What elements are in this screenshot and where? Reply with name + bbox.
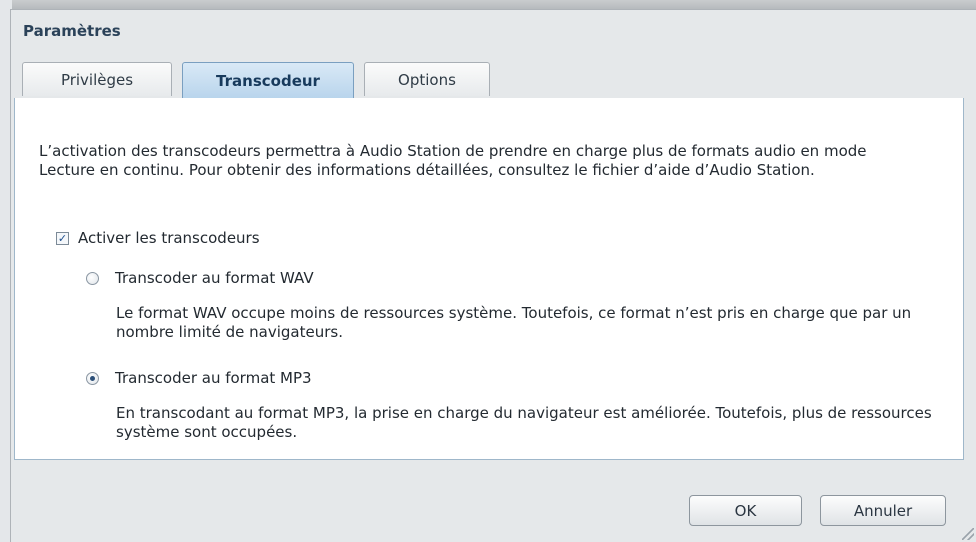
wav-option-label: Transcoder au format WAV xyxy=(115,269,314,287)
mp3-radio[interactable] xyxy=(86,371,99,385)
tab-privileges[interactable]: Privilèges xyxy=(22,62,172,96)
tab-privileges-label: Privilèges xyxy=(60,70,134,89)
enable-transcoders-row[interactable]: ✓ Activer les transcodeurs xyxy=(56,229,260,247)
resize-grip-icon[interactable] xyxy=(962,528,974,540)
tab-transcoder[interactable]: Transcodeur xyxy=(182,62,354,99)
tab-transcoder-label: Transcodeur xyxy=(216,72,320,90)
enable-transcoders-label: Activer les transcodeurs xyxy=(78,229,260,247)
enable-transcoders-checkbox[interactable]: ✓ xyxy=(56,231,69,245)
wav-radio[interactable] xyxy=(86,271,99,285)
transcoder-description: L’activation des transcodeurs permettra … xyxy=(39,142,867,179)
ok-button[interactable]: OK xyxy=(689,495,802,526)
mp3-option-label: Transcoder au format MP3 xyxy=(115,369,312,387)
wav-option-row[interactable]: Transcoder au format WAV xyxy=(86,269,314,287)
cancel-button[interactable]: Annuler xyxy=(820,495,946,526)
wav-option-description: Le format WAV occupe moins de ressources… xyxy=(116,304,912,341)
mp3-option-row[interactable]: Transcoder au format MP3 xyxy=(86,369,312,387)
tab-bar: Privilèges Transcodeur Options xyxy=(14,62,964,99)
tab-options-label: Options xyxy=(398,70,456,89)
tab-options[interactable]: Options xyxy=(364,62,490,96)
mp3-option-description: En transcodant au format MP3, la prise e… xyxy=(116,404,932,441)
dialog-title: Paramètres xyxy=(23,22,121,40)
